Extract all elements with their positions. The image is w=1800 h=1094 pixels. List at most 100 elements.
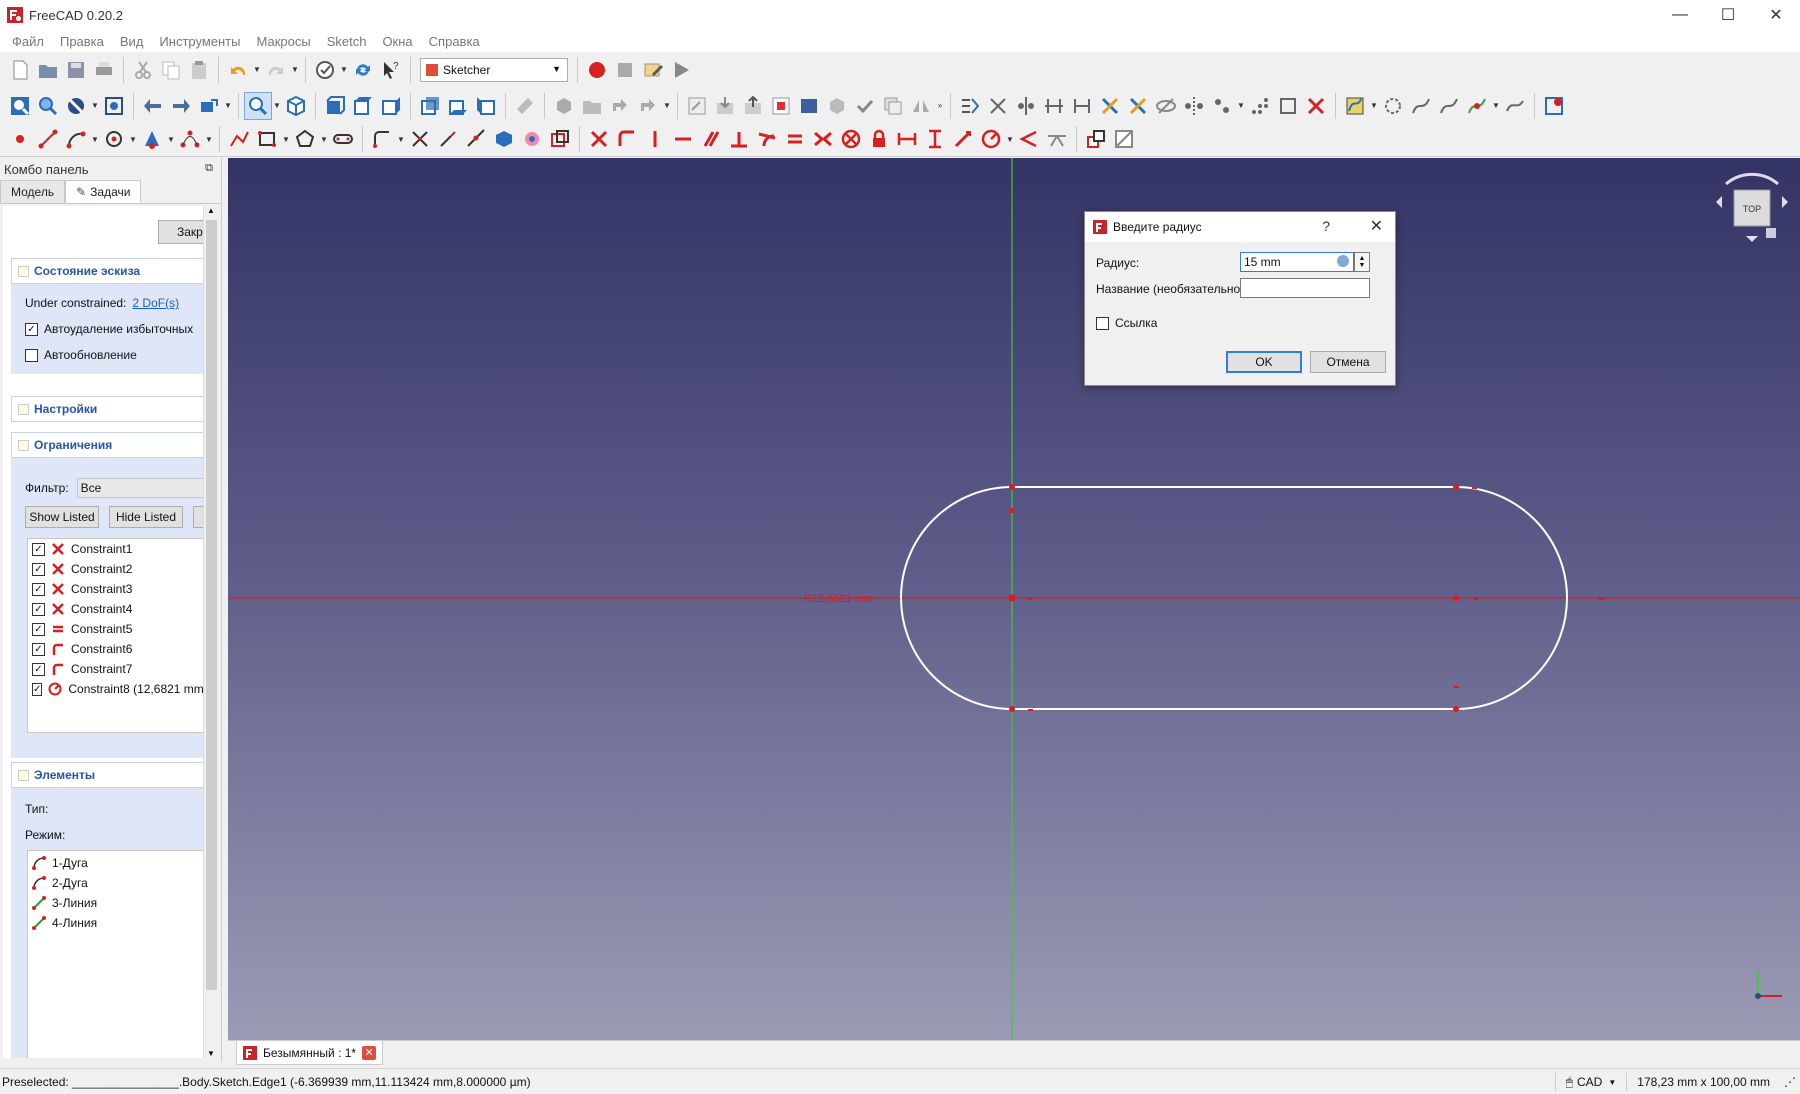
stop-macro-icon[interactable] [611,56,639,84]
list-item[interactable]: ✓ Constraint7 [28,659,203,679]
spin-down-icon[interactable]: ▼ [1359,262,1366,269]
bspline-dropdown-icon[interactable]: ▼ [1369,92,1379,120]
list-item[interactable]: ✓ Constraint3 [28,579,203,599]
toggle-driving-icon[interactable] [1082,125,1110,153]
maximize-icon[interactable]: ☐ [1704,0,1752,30]
select-horizontal-axis-icon[interactable] [1040,92,1068,120]
validate-sketch-icon[interactable] [851,92,879,120]
scrollbar-thumb[interactable] [206,220,217,990]
link-actions-dropdown-icon[interactable]: ▼ [662,92,672,120]
macro-dropdown-icon[interactable]: ▼ [339,56,349,84]
arc-tool-icon[interactable] [62,125,90,153]
copy-icon[interactable] [157,56,185,84]
construction-mode-icon[interactable] [546,125,574,153]
vertex-point[interactable] [1009,484,1015,490]
list-item[interactable]: ✓ Constraint5 [28,619,203,639]
minimize-icon[interactable]: — [1656,0,1704,30]
navigation-cube[interactable]: TOP [1716,172,1788,242]
select-elements-icon[interactable] [1124,92,1152,120]
cancel-button[interactable]: Отмена [1310,351,1386,373]
measure-icon[interactable] [511,92,539,120]
fillet-tool-icon[interactable] [368,125,396,153]
ok-button[interactable]: OK [1226,351,1302,373]
polygon-tool-icon[interactable] [291,125,319,153]
constrain-snell-icon[interactable] [1043,125,1071,153]
menu-tools[interactable]: Инструменты [151,34,248,49]
more-filter-button[interactable] [193,506,203,528]
list-item[interactable]: 1-Дуга [28,853,203,873]
print-icon[interactable] [90,56,118,84]
slot-tool-icon[interactable] [329,125,357,153]
help-icon[interactable]: ? [1322,218,1330,234]
close-dialog-icon[interactable]: ✕ [1370,216,1383,236]
group-icon[interactable] [578,92,606,120]
list-item[interactable]: ✓ Constraint2 [28,559,203,579]
list-item[interactable]: ✓ Constraint6 [28,639,203,659]
constrain-coincident-icon[interactable] [585,125,613,153]
rear-view-icon[interactable] [416,92,444,120]
point-tool-icon[interactable] [6,125,34,153]
fit-all-icon[interactable] [6,92,34,120]
menu-view[interactable]: Вид [112,34,152,49]
rectangle-dropdown-icon[interactable]: ▼ [281,125,291,153]
reorient-sketch-icon[interactable] [823,92,851,120]
undo-icon[interactable] [224,56,252,84]
navigation-style-selector[interactable]: 🖱 CAD ▼ [1554,1073,1626,1091]
refresh-check-icon[interactable] [311,56,339,84]
select-redundant-icon[interactable] [1068,92,1096,120]
reference-checkbox[interactable]: Ссылка [1096,316,1157,330]
view-sketch-icon[interactable] [739,92,767,120]
knot-dropdown-icon[interactable]: ▼ [1491,92,1501,120]
cut-icon[interactable] [129,56,157,84]
forward-icon[interactable] [167,92,195,120]
trim-tool-icon[interactable] [406,125,434,153]
radius-input[interactable]: 15 mm [1240,252,1354,272]
menu-sketch[interactable]: Sketch [319,34,375,49]
knot-multiplicity-icon[interactable] [1463,92,1491,120]
constrain-vertical-distance-icon[interactable] [921,125,949,153]
redo-icon[interactable] [262,56,290,84]
close-tab-icon[interactable]: ✕ [362,1045,377,1060]
radius-dropdown-icon[interactable]: ▼ [1005,125,1015,153]
list-item[interactable]: 3-Линия [28,893,203,913]
vertex-point[interactable] [1009,706,1015,712]
delete-all-constraints-icon[interactable] [1302,92,1330,120]
vertex-point[interactable] [1453,706,1459,712]
nav-left-arrow-icon[interactable] [1716,196,1722,208]
conic-dropdown-icon[interactable]: ▼ [166,125,176,153]
constrain-angle-icon[interactable] [1015,125,1043,153]
carbon-copy-icon[interactable] [518,125,546,153]
constrain-horizontal-icon[interactable] [669,125,697,153]
elements-header[interactable]: Элементы [11,762,203,788]
edit-macro-icon[interactable] [639,56,667,84]
extend-tool-icon[interactable] [434,125,462,153]
constrain-tangent-icon[interactable] [753,125,781,153]
clone-tool-icon[interactable] [1208,92,1236,120]
draw-style-dropdown-icon[interactable]: ▼ [90,92,100,120]
menu-file[interactable]: Файл [4,34,52,49]
fit-selection-icon[interactable] [34,92,62,120]
new-file-icon[interactable] [6,56,34,84]
conic-tool-icon[interactable] [138,125,166,153]
bspline-tool-dropdown-icon[interactable]: ▼ [204,125,214,153]
constrain-radius-icon[interactable] [977,125,1005,153]
paste-icon[interactable] [185,56,213,84]
menu-edit[interactable]: Правка [52,34,112,49]
radius-dimension-label[interactable]: R12,6821 mm [804,593,873,605]
settings-header[interactable]: Настройки [11,396,203,422]
part-icon[interactable] [550,92,578,120]
dof-link[interactable]: 2 DoF(s) [132,296,179,310]
filter-select[interactable]: Все [76,478,203,498]
select-vertical-axis-icon[interactable] [1012,92,1040,120]
list-item[interactable]: ✓ Constraint1 [28,539,203,559]
merge-sketches-icon[interactable] [879,92,907,120]
radius-spinbox[interactable]: ▲ ▼ [1354,252,1370,272]
close-sketch-button[interactable]: Закр [158,220,203,244]
select-constraints-icon[interactable] [956,92,984,120]
more-toolbar-icon[interactable]: » [935,92,945,120]
decrease-degree-icon[interactable] [1435,92,1463,120]
arc-center-point[interactable] [1008,594,1016,602]
select-conflicting-icon[interactable] [1096,92,1124,120]
menu-macros[interactable]: Макросы [248,34,318,49]
constrain-point-on-object-icon[interactable] [613,125,641,153]
